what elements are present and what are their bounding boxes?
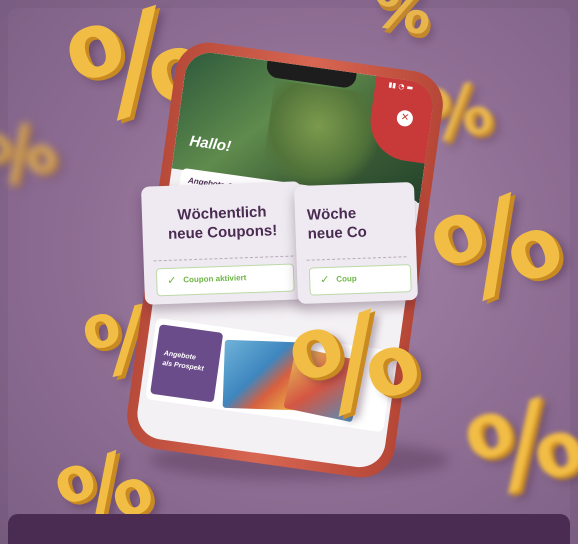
prospekt-label-box: Angebote als Prospekt xyxy=(150,324,224,403)
coupon-title-line2: neue Coupons! xyxy=(167,222,278,243)
hero-vegetables xyxy=(261,79,384,195)
check-icon: ✓ xyxy=(320,272,330,287)
percent-sign-top-right: % xyxy=(366,0,438,50)
coupon-divider xyxy=(306,256,407,261)
coupon-card[interactable]: Wöchentlich neue Coupons! ✓ Coupon aktiv… xyxy=(140,181,306,305)
coupon-title-line2: neue Co xyxy=(307,223,368,243)
coupon-card-2[interactable]: Wöche neue Co ✓ Coup xyxy=(293,181,419,305)
check-icon: ✓ xyxy=(167,273,177,287)
coupon-title-line1: Wöchentlich xyxy=(177,203,267,224)
coupon-activated-button[interactable]: ✓ Coupon aktiviert xyxy=(155,263,295,297)
coupon-title-line1: Wöche xyxy=(306,204,357,224)
status-icons: ▮▮ ◔ ▬ xyxy=(387,80,414,93)
prospekt-label-line2: als Prospekt xyxy=(161,359,205,373)
prospekt-label: Angebote als Prospekt xyxy=(162,349,220,377)
coupon-button-label: Coupon aktiviert xyxy=(183,273,247,285)
scene: % % % % % % % % ✕ ▮▮ ◔ ▬ Hallo! Angebote… xyxy=(0,0,578,544)
coupon-button-label: Coup xyxy=(336,274,357,284)
coupon-divider xyxy=(153,255,294,262)
coupon-title: Wöche neue Co xyxy=(307,202,428,244)
coupon-title: Wöchentlich neue Coupons! xyxy=(142,201,303,245)
bottom-bar xyxy=(8,514,570,544)
